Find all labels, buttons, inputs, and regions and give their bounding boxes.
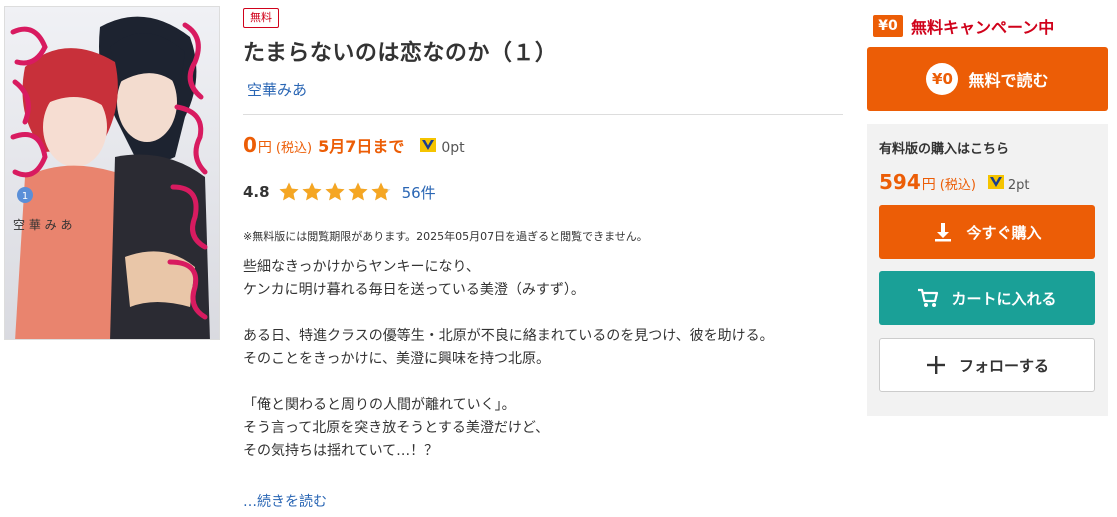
price-amount: 0 xyxy=(243,133,257,157)
paid-price-amount: 594 xyxy=(879,170,921,194)
purchase-heading: 有料版の購入はこちら xyxy=(879,142,1010,157)
description-line: ある日、特進クラスの優等生・北原が不良に絡まれているのを見つけ、彼を助ける。 xyxy=(243,328,774,344)
paid-points-value: 2pt xyxy=(1007,178,1030,193)
points-icon xyxy=(420,137,437,153)
cart-icon xyxy=(917,287,939,309)
book-title: たまらないのは恋なのか（１） xyxy=(243,41,558,66)
cover-author-text: 空 華 み あ xyxy=(13,218,72,232)
viewing-period-notice: ※無料版には閲覧期限があります。2025年05月07日を過ぎると閲覧できません。 xyxy=(243,230,648,243)
divider xyxy=(243,114,843,115)
star-icon xyxy=(302,182,322,201)
price-unit: 円 xyxy=(257,140,272,156)
book-cover-image[interactable]: 1 空 華 み あ xyxy=(4,6,220,340)
paid-price-unit: 円 xyxy=(921,177,936,193)
purchase-panel: 有料版の購入はこちら 594 円 (税込) 2pt 今すぐ購入 カートに入れる … xyxy=(867,124,1108,416)
star-icon xyxy=(348,182,368,201)
campaign-banner: ¥0 無料キャンペーン中 xyxy=(873,14,1054,38)
follow-button[interactable]: フォローする xyxy=(879,338,1095,392)
read-more-link[interactable]: …続きを読む xyxy=(243,491,327,511)
points-value: 0pt xyxy=(441,140,465,156)
rating-row: 4.8 56件 xyxy=(243,180,436,204)
free-badge: 無料 xyxy=(243,8,279,28)
description-line: 「俺と関わると周りの人間が離れていく」。 xyxy=(243,397,516,413)
follow-label: フォローする xyxy=(958,356,1049,375)
buy-now-label: 今すぐ購入 xyxy=(966,223,1042,242)
review-count-link[interactable]: 56件 xyxy=(402,182,436,203)
plus-icon xyxy=(925,354,947,376)
paid-price-row: 594 円 (税込) 2pt xyxy=(879,170,1030,194)
description-line: 些細なきっかけからヤンキーになり、 xyxy=(243,259,480,275)
star-icon xyxy=(325,182,345,201)
price-tax-label: (税込) xyxy=(275,141,313,156)
free-deadline: 5月7日まで xyxy=(318,137,405,156)
add-to-cart-label: カートに入れる xyxy=(951,289,1057,308)
add-to-cart-button[interactable]: カートに入れる xyxy=(879,271,1095,325)
description-line: そのことをきっかけに、美澄に興味を持つ北原。 xyxy=(243,351,551,367)
free-read-button[interactable]: ¥0 無料で読む xyxy=(867,47,1108,111)
description-line: ケンカに明け暮れる毎日を送っている美澄（みすず）。 xyxy=(243,282,585,298)
author-link[interactable]: 空華みあ xyxy=(247,79,307,100)
yen-zero-badge: ¥0 xyxy=(873,15,903,37)
campaign-text: 無料キャンペーン中 xyxy=(911,18,1055,37)
points-icon xyxy=(987,174,1004,190)
free-read-label: 無料で読む xyxy=(968,71,1049,90)
yen-coin-icon: ¥0 xyxy=(926,63,959,95)
paid-price-tax: (税込) xyxy=(939,178,976,193)
price-row: 0 円 (税込) 5月7日まで 0pt xyxy=(243,133,465,157)
star-icon xyxy=(279,182,299,201)
book-info-section: 無料 たまらないのは恋なのか（１） 空華みあ 0 円 (税込) 5月7日まで 0… xyxy=(243,0,843,517)
star-icon xyxy=(371,182,391,201)
description-line: そう言って北原を突き放そうとする美澄だけど、 xyxy=(243,420,550,436)
cover-volume-number: 1 xyxy=(22,191,28,202)
rating-score: 4.8 xyxy=(243,183,270,201)
description: 些細なきっかけからヤンキーになり、 ケンカに明け暮れる毎日を送っている美澄（みす… xyxy=(243,256,774,463)
star-rating xyxy=(278,181,392,203)
download-icon xyxy=(932,221,954,243)
buy-now-button[interactable]: 今すぐ購入 xyxy=(879,205,1095,259)
description-line: その気持ちは揺れていて…！？ xyxy=(243,443,439,459)
